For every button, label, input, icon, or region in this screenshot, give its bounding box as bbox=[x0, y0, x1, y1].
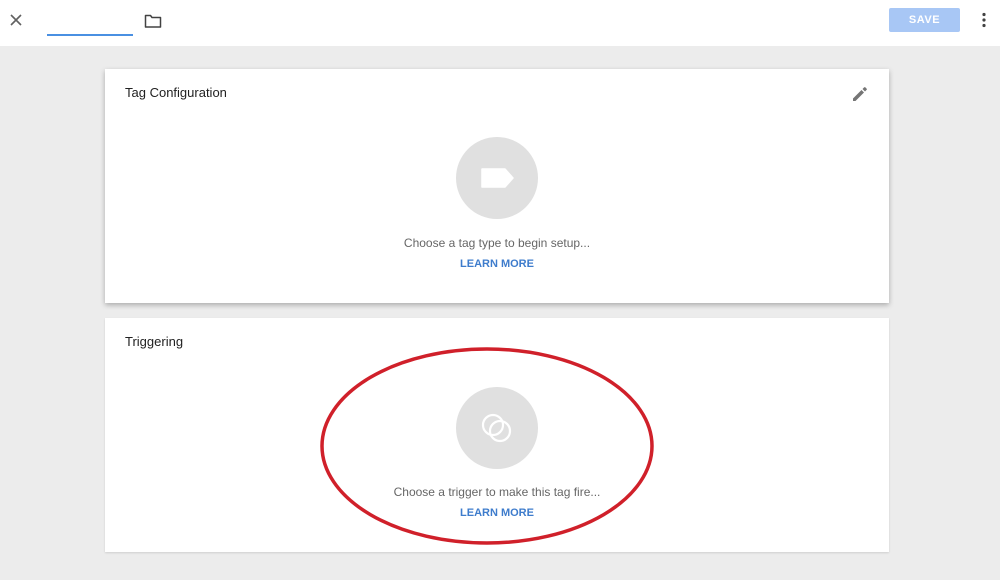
trigger-learn-more-link[interactable]: LEARN MORE bbox=[105, 507, 889, 519]
tag-icon bbox=[481, 168, 514, 188]
pencil-icon bbox=[853, 87, 867, 101]
trigger-icon bbox=[481, 413, 512, 443]
tag-name-input[interactable] bbox=[47, 10, 133, 36]
top-toolbar: SAVE bbox=[0, 0, 1000, 46]
choose-tag-type-button[interactable] bbox=[456, 137, 538, 219]
tag-configuration-card[interactable]: Tag Configuration Choose a tag type to b… bbox=[105, 69, 889, 303]
close-icon bbox=[10, 14, 22, 26]
choose-trigger-button[interactable] bbox=[456, 387, 538, 469]
triggering-card[interactable]: Triggering Choose a trigger to make this… bbox=[105, 318, 889, 552]
tag-learn-more-link[interactable]: LEARN MORE bbox=[105, 258, 889, 270]
save-button[interactable]: SAVE bbox=[889, 8, 960, 32]
more-options-button[interactable] bbox=[974, 8, 994, 32]
close-button[interactable] bbox=[4, 8, 28, 32]
folder-icon bbox=[144, 14, 162, 28]
more-vert-icon bbox=[982, 12, 986, 28]
trigger-prompt: Choose a trigger to make this tag fire..… bbox=[393, 485, 601, 499]
edit-button[interactable] bbox=[849, 83, 871, 105]
tag-type-prompt: Choose a tag type to begin setup... bbox=[403, 236, 591, 250]
tag-configuration-title: Tag Configuration bbox=[125, 85, 227, 100]
triggering-title: Triggering bbox=[125, 334, 184, 349]
folder-button[interactable] bbox=[142, 10, 164, 32]
